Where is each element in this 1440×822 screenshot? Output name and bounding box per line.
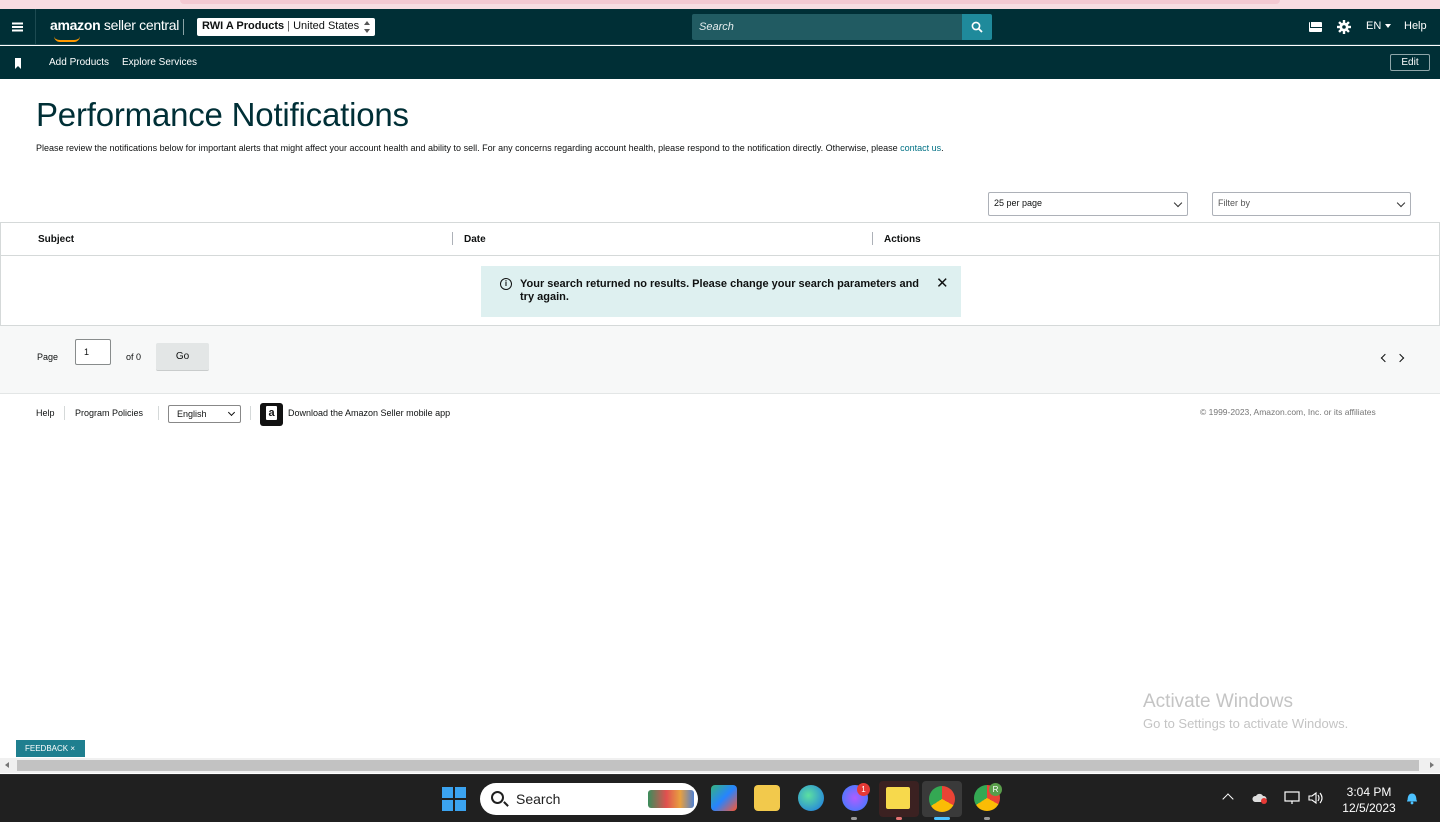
chevron-down-icon bbox=[1396, 198, 1406, 208]
feedback-button[interactable]: FEEDBACK × bbox=[16, 740, 85, 757]
search-input[interactable]: Search bbox=[692, 14, 962, 40]
help-link[interactable]: Help bbox=[1404, 20, 1427, 32]
notifications-table: Subject Date Actions i Your search retur… bbox=[0, 222, 1440, 326]
search-highlight-icon bbox=[648, 790, 694, 808]
file-explorer-icon[interactable] bbox=[754, 785, 780, 811]
system-clock[interactable]: 3:04 PM 12/5/2023 bbox=[1336, 784, 1402, 816]
page-label: Page bbox=[37, 352, 59, 362]
page-count-label: of 0 bbox=[126, 352, 142, 362]
table-header: Subject Date Actions bbox=[1, 223, 1439, 256]
per-page-select[interactable]: 25 per page bbox=[988, 192, 1188, 216]
mail-icon[interactable] bbox=[1309, 22, 1322, 32]
filter-select[interactable]: Filter by bbox=[1212, 192, 1411, 216]
taskbar-search[interactable]: Search bbox=[480, 783, 698, 815]
contact-us-link[interactable]: contact us bbox=[900, 143, 941, 153]
seller-central-logo[interactable]: amazon seller central bbox=[50, 17, 179, 33]
notification-badge: 1 bbox=[857, 783, 870, 796]
alert-message: Your search returned no results. Please … bbox=[520, 278, 920, 303]
gear-icon[interactable] bbox=[1337, 20, 1351, 34]
nav-add-products[interactable]: Add Products bbox=[49, 57, 109, 68]
page-number-input[interactable]: 1 bbox=[75, 339, 111, 365]
column-subject[interactable]: Subject bbox=[38, 234, 74, 245]
chevron-down-icon bbox=[227, 408, 236, 417]
edge-icon[interactable] bbox=[798, 785, 824, 811]
browser-top-strip bbox=[0, 0, 1440, 9]
scroll-right-icon[interactable] bbox=[1430, 762, 1434, 768]
onedrive-icon[interactable] bbox=[1252, 791, 1268, 805]
footer-help-link[interactable]: Help bbox=[36, 408, 55, 418]
chevron-left-icon[interactable] bbox=[1380, 353, 1390, 363]
caret-down-icon bbox=[1385, 24, 1392, 28]
close-icon[interactable]: ✕ bbox=[936, 276, 949, 291]
volume-icon[interactable] bbox=[1308, 791, 1324, 805]
column-date[interactable]: Date bbox=[464, 234, 486, 245]
search-button[interactable] bbox=[962, 14, 992, 40]
sticky-notes-icon bbox=[886, 787, 910, 809]
page-footer: Help Program Policies English Download t… bbox=[0, 400, 1440, 430]
chevron-up-icon[interactable] bbox=[1222, 793, 1234, 805]
go-button[interactable]: Go bbox=[156, 343, 209, 371]
page-title: Performance Notifications bbox=[36, 96, 409, 133]
horizontal-scrollbar[interactable] bbox=[0, 758, 1440, 773]
footer-language-select[interactable]: English bbox=[168, 405, 241, 423]
bookmark-icon[interactable] bbox=[15, 58, 21, 69]
copilot-icon[interactable] bbox=[711, 785, 737, 811]
search-icon bbox=[971, 21, 983, 33]
download-app-link[interactable]: Download the Amazon Seller mobile app bbox=[288, 408, 450, 418]
info-icon: i bbox=[500, 278, 512, 290]
account-switcher[interactable]: RWI A Products | United States bbox=[197, 18, 375, 36]
amazon-smile-icon bbox=[54, 36, 80, 42]
no-results-alert: i Your search returned no results. Pleas… bbox=[481, 266, 961, 317]
windows-taskbar: Search 1 R 3:04 PM 12/5/2023 bbox=[0, 774, 1440, 822]
chevron-right-icon[interactable] bbox=[1395, 353, 1405, 363]
edit-button[interactable]: Edit bbox=[1390, 54, 1430, 71]
pagination-bar: Page 1 of 0 Go bbox=[0, 326, 1440, 394]
chrome-icon bbox=[929, 786, 955, 812]
menu-icon[interactable] bbox=[0, 9, 36, 45]
search-icon bbox=[491, 791, 504, 804]
column-actions: Actions bbox=[884, 234, 921, 245]
scrollbar-thumb[interactable] bbox=[17, 760, 1419, 771]
language-selector[interactable]: EN bbox=[1366, 20, 1392, 32]
profile-badge: R bbox=[989, 783, 1002, 796]
scroll-left-icon[interactable] bbox=[5, 762, 9, 768]
network-icon[interactable] bbox=[1284, 791, 1300, 805]
close-icon[interactable]: × bbox=[70, 744, 75, 753]
updown-arrows-icon bbox=[364, 21, 371, 33]
top-navigation: amazon seller central RWI A Products | U… bbox=[0, 9, 1440, 45]
bookmark-bar: Add Products Explore Services Edit bbox=[0, 46, 1440, 79]
copyright-text: © 1999-2023, Amazon.com, Inc. or its aff… bbox=[1200, 407, 1376, 417]
footer-program-policies-link[interactable]: Program Policies bbox=[75, 408, 143, 418]
chevron-down-icon bbox=[1173, 198, 1183, 208]
nav-explore-services[interactable]: Explore Services bbox=[122, 57, 197, 68]
windows-start-icon[interactable] bbox=[442, 787, 466, 811]
activate-windows-title: Activate Windows bbox=[1143, 691, 1293, 712]
amazon-seller-app-icon[interactable] bbox=[260, 403, 283, 426]
notification-bell-icon[interactable] bbox=[1406, 791, 1418, 805]
activate-windows-subtitle: Go to Settings to activate Windows. bbox=[1143, 716, 1349, 731]
page-intro: Please review the notifications below fo… bbox=[36, 143, 944, 153]
